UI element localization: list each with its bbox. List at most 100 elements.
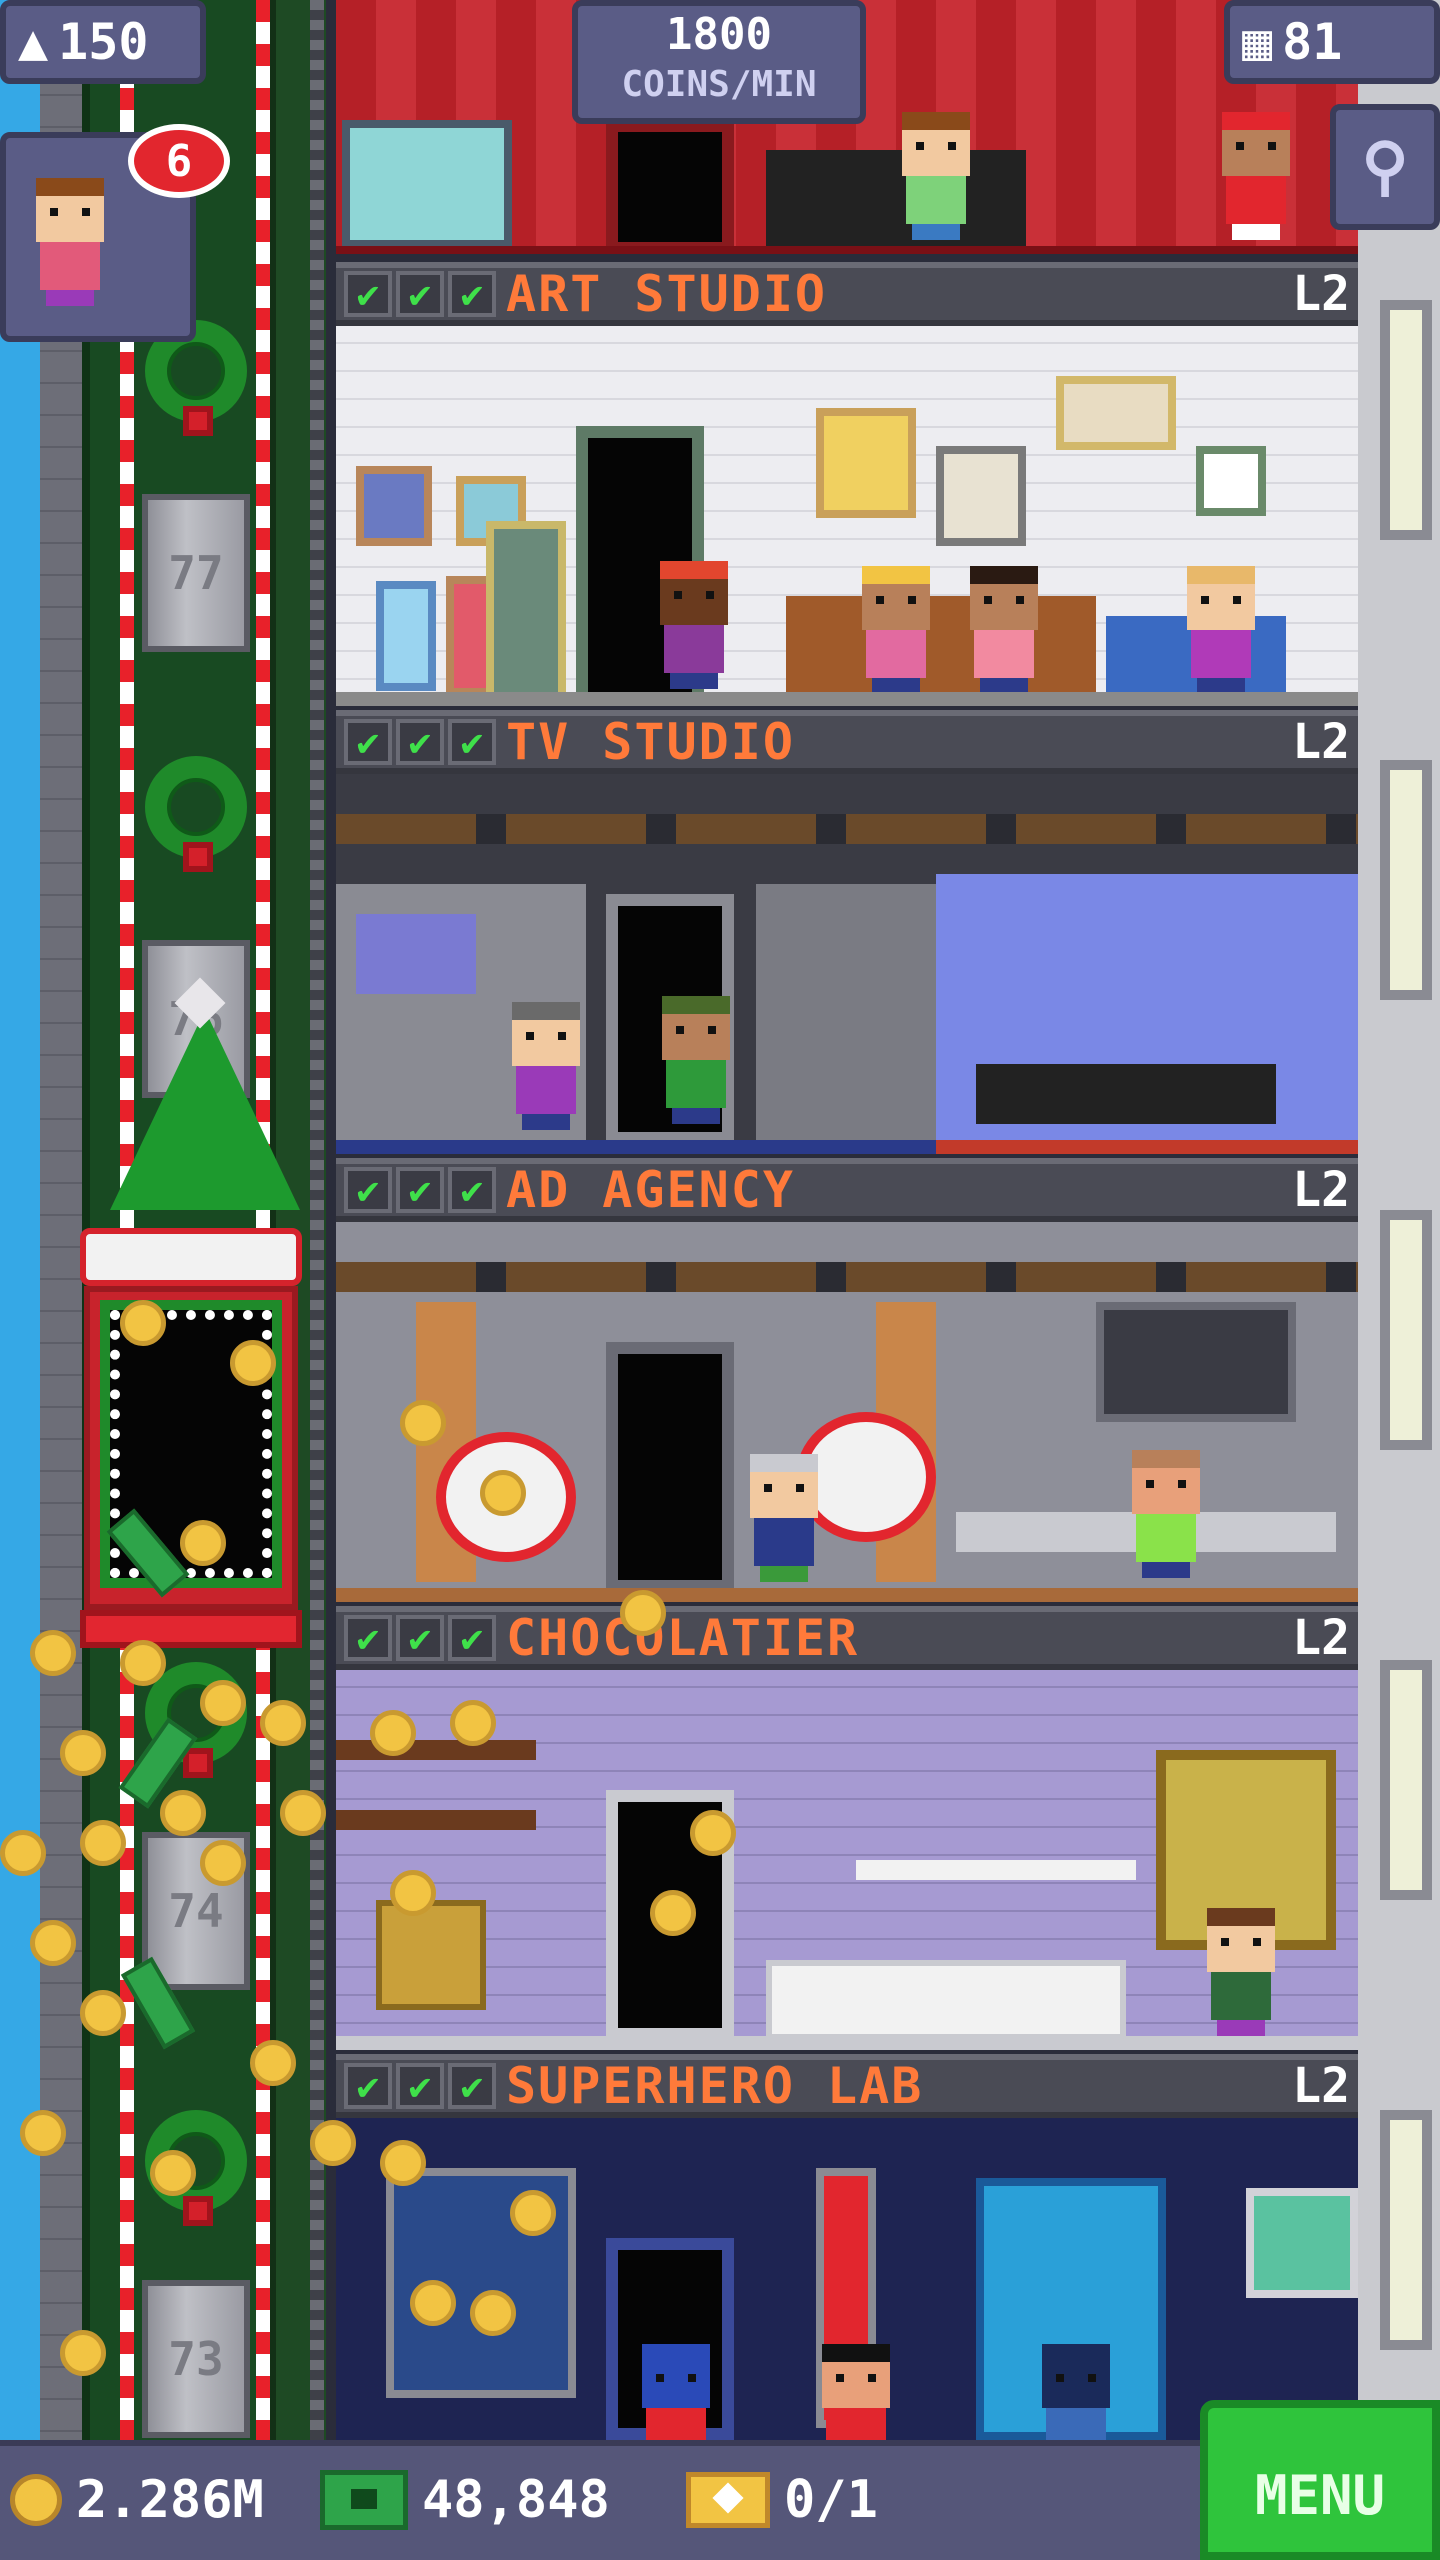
world-map-screen <box>1246 2188 1358 2298</box>
tower-window <box>1380 2110 1432 2350</box>
coin-icon <box>650 1890 696 1936</box>
coin-icon <box>280 1790 326 1836</box>
tower-window <box>1380 1660 1432 1900</box>
coins-per-min-unit: COINS/MIN <box>621 64 817 105</box>
tower-window <box>1380 1210 1432 1450</box>
coin-icon <box>250 2040 296 2086</box>
coin-icon <box>410 2280 456 2326</box>
bitizen[interactable] <box>656 996 736 1124</box>
bitizen-masked[interactable] <box>816 2344 896 2440</box>
coin-icon <box>390 1870 436 1916</box>
coin-icon <box>400 1400 446 1446</box>
tower-window <box>1380 300 1432 540</box>
painting-frame <box>936 446 1026 546</box>
bitizen[interactable] <box>1201 1908 1281 2036</box>
room-name: AD AGENCY <box>506 1161 795 1219</box>
tickets-value: 0/1 <box>784 2470 878 2530</box>
building-icon: ▦ <box>1242 13 1273 71</box>
coin-icon <box>120 1640 166 1686</box>
bitizen[interactable] <box>1126 1450 1206 1578</box>
coin-icon <box>120 1300 166 1346</box>
painting-frame <box>816 408 916 518</box>
room-name: CHOCOLATIER <box>506 1609 860 1667</box>
search-button[interactable]: ⚲ <box>1330 104 1440 230</box>
coin-icon <box>20 2110 66 2156</box>
room-ad-agency[interactable] <box>336 1222 1358 1602</box>
check-icon: ✔ <box>396 1615 444 1661</box>
floor-divider <box>336 2036 1358 2050</box>
elevator-base <box>80 1610 302 1648</box>
tower-window <box>1380 760 1432 1000</box>
bitizen[interactable] <box>744 1454 824 1582</box>
check-icon: ✔ <box>448 2063 496 2109</box>
coin-icon <box>200 1680 246 1726</box>
population-counter[interactable]: ▲ 150 <box>0 0 206 84</box>
check-icon: ✔ <box>448 719 496 765</box>
bitizen-santa[interactable] <box>1216 112 1296 240</box>
coin-icon <box>80 1820 126 1866</box>
elevator-car[interactable] <box>80 1228 302 1648</box>
bitizen[interactable] <box>654 561 734 689</box>
coins-balance[interactable]: 2.286M <box>10 2440 264 2560</box>
check-icon: ✔ <box>344 1167 392 1213</box>
display-shelf <box>856 1860 1136 1880</box>
magnifier-icon: ⚲ <box>1361 130 1409 204</box>
check-icon: ✔ <box>448 271 496 317</box>
bitizen[interactable] <box>964 566 1044 694</box>
floor-nameplate[interactable]: ✔ ✔ ✔ ART STUDIO L2 <box>336 262 1358 326</box>
coin-icon <box>60 1730 106 1776</box>
bitizen[interactable] <box>896 112 976 240</box>
chocolate-shelf <box>336 1810 536 1830</box>
bitizen-captain[interactable] <box>636 2344 716 2440</box>
studio-wall <box>756 884 936 1144</box>
check-icon: ✔ <box>448 1615 496 1661</box>
floor-nameplate[interactable]: ✔ ✔ ✔ AD AGENCY L2 <box>336 1158 1358 1222</box>
floor-divider <box>336 246 1358 254</box>
menu-button[interactable]: MENU <box>1200 2400 1440 2560</box>
bitizen-hero[interactable] <box>1036 2344 1116 2440</box>
coin-icon <box>10 2474 62 2526</box>
coin-icon <box>200 1840 246 1886</box>
room-level: L2 <box>1292 1610 1350 1666</box>
coin-icon <box>310 2120 356 2166</box>
floor-nameplate[interactable]: ✔ ✔ ✔ SUPERHERO LAB L2 <box>336 2054 1358 2118</box>
chocolate-pot <box>376 1900 486 2010</box>
check-icon: ✔ <box>396 271 444 317</box>
shaft-floor-number: 73 <box>142 2280 250 2438</box>
monitor-bank <box>356 914 476 994</box>
bitizen[interactable] <box>506 1002 586 1130</box>
room-superhero-lab[interactable] <box>336 2118 1358 2440</box>
check-icon: ✔ <box>396 719 444 765</box>
floor-divider <box>336 1588 1358 1602</box>
coins-per-minute-display[interactable]: 1800 COINS/MIN <box>572 0 866 124</box>
room-tv-studio[interactable] <box>336 774 1358 1154</box>
wreath-decoration <box>145 756 247 866</box>
coin-icon <box>60 2330 106 2376</box>
christmas-tree-decoration <box>110 1010 300 1210</box>
golden-ticket-balance[interactable]: 0/1 <box>686 2440 878 2560</box>
room-level: L2 <box>1292 714 1350 770</box>
floor-counter[interactable]: ▦ 81 <box>1224 0 1440 84</box>
coin-icon <box>160 1790 206 1836</box>
room-art-studio[interactable] <box>336 326 1358 706</box>
population-icon: ▲ <box>18 13 49 71</box>
floor-nameplate[interactable]: ✔ ✔ ✔ TV STUDIO L2 <box>336 710 1358 774</box>
bitizen[interactable] <box>1181 566 1261 694</box>
floor-count-value: 81 <box>1282 13 1343 71</box>
bitizen[interactable] <box>856 566 936 694</box>
coin-icon <box>230 1340 276 1386</box>
tower-floors: ✔ ✔ ✔ ART STUDIO L2 ✔ ✔ ✔ TV STUDIO L2 ✔… <box>336 0 1358 2440</box>
painting-frame <box>486 521 566 701</box>
bux-balance[interactable]: 48,848 <box>320 2440 610 2560</box>
room-door <box>606 1342 734 1592</box>
coin-icon <box>370 1710 416 1756</box>
coin-icon <box>30 1630 76 1676</box>
star-checks: ✔ ✔ ✔ <box>344 2063 496 2109</box>
floor-nameplate[interactable]: ✔ ✔ ✔ CHOCOLATIER L2 <box>336 1606 1358 1670</box>
star-checks: ✔ ✔ ✔ <box>344 1167 496 1213</box>
ceiling-lights <box>336 814 1358 844</box>
check-icon: ✔ <box>344 2063 392 2109</box>
golden-ticket-icon <box>686 2472 770 2528</box>
floor-divider <box>936 1140 1358 1154</box>
check-icon: ✔ <box>344 271 392 317</box>
